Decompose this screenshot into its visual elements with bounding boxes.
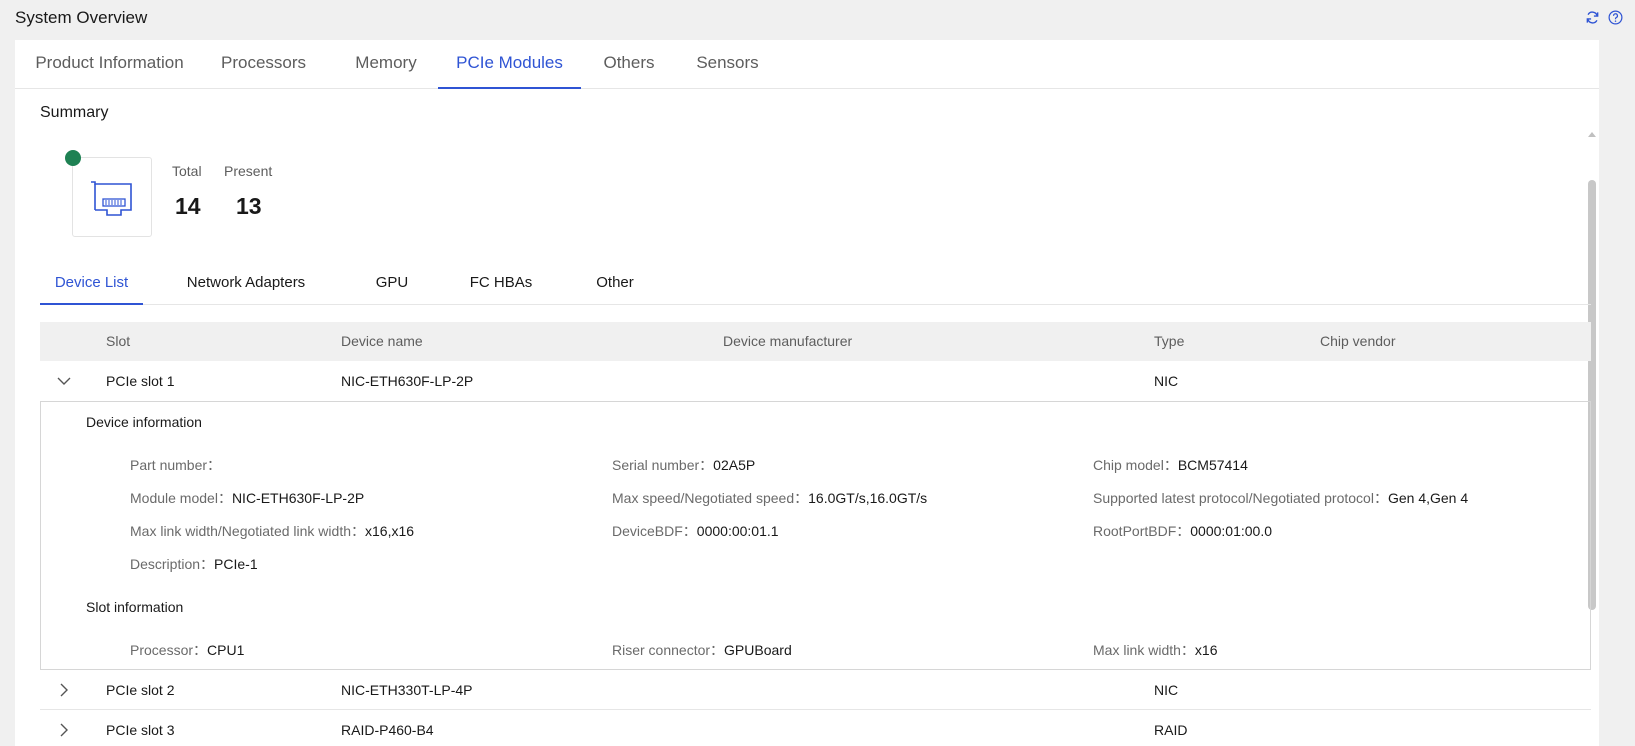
field-label: Max link width： <box>1093 642 1195 658</box>
device-table: Slot Device name Device manufacturer Typ… <box>40 322 1591 746</box>
cell-device-name: RAID-P460-B4 <box>341 722 434 738</box>
field-device-bdf: DeviceBDF：0000:00:01.1 <box>612 521 779 541</box>
present-value: 13 <box>236 193 262 219</box>
field-chip-model: Chip model：BCM57414 <box>1093 455 1248 475</box>
subtab-other[interactable]: Other <box>588 258 642 305</box>
field-label: Riser connector： <box>612 642 725 658</box>
field-protocol: Supported latest protocol/Negotiated pro… <box>1093 488 1468 508</box>
field-value: 16.0GT/s,16.0GT/s <box>808 490 928 506</box>
field-label: Processor： <box>130 642 208 658</box>
total-value: 14 <box>175 193 201 219</box>
tab-processors[interactable]: Processors <box>221 40 306 89</box>
tab-memory[interactable]: Memory <box>352 40 420 89</box>
field-value: CPU1 <box>207 642 245 658</box>
field-serial-number: Serial number：02A5P <box>612 455 755 475</box>
field-part-number: Part number： <box>130 455 221 475</box>
field-label: DeviceBDF： <box>612 523 697 539</box>
refresh-icon[interactable] <box>1585 10 1600 25</box>
cell-type: NIC <box>1154 682 1179 698</box>
field-rootport-bdf: RootPortBDF：0000:01:00.0 <box>1093 521 1272 541</box>
table-row[interactable]: PCIe slot 3 RAID-P460-B4 RAID <box>40 710 1591 746</box>
status-indicator <box>65 150 81 166</box>
main-tab-bar: Product Information Processors Memory PC… <box>15 40 1599 89</box>
field-max-speed: Max speed/Negotiated speed：16.0GT/s,16.0… <box>612 488 927 508</box>
field-module-model: Module model：NIC-ETH630F-LP-2P <box>130 488 364 508</box>
device-info-title: Device information <box>86 414 202 430</box>
field-value: PCIe-1 <box>214 556 258 572</box>
cell-device-name: NIC-ETH330T-LP-4P <box>341 682 473 698</box>
table-row[interactable]: PCIe slot 1 NIC-ETH630F-LP-2P NIC <box>40 361 1591 401</box>
column-header-device-name[interactable]: Device name <box>341 322 423 361</box>
field-label: Description： <box>130 556 215 572</box>
field-value: BCM57414 <box>1177 457 1248 473</box>
field-value: GPUBoard <box>724 642 792 658</box>
field-value: 0000:01:00.0 <box>1190 523 1272 539</box>
subtab-network-adapters[interactable]: Network Adapters <box>181 258 311 305</box>
cell-device-name: NIC-ETH630F-LP-2P <box>341 373 474 389</box>
cell-slot: PCIe slot 3 <box>106 722 175 738</box>
field-value: 02A5P <box>713 457 756 473</box>
total-label: Total <box>172 163 202 179</box>
field-value: NIC-ETH630F-LP-2P <box>231 490 365 506</box>
field-label: Part number： <box>130 457 222 473</box>
column-header-chip-vendor[interactable]: Chip vendor <box>1320 322 1396 361</box>
header-actions <box>1585 10 1623 25</box>
cell-type: RAID <box>1154 722 1188 738</box>
field-value: x16,x16 <box>365 523 415 539</box>
column-header-type[interactable]: Type <box>1154 322 1184 361</box>
tab-sensors[interactable]: Sensors <box>692 40 763 89</box>
pcie-card-icon <box>91 181 132 216</box>
scroll-up-icon[interactable] <box>1588 132 1596 137</box>
field-label: Serial number： <box>612 457 714 473</box>
cell-type: NIC <box>1154 373 1179 389</box>
tab-pcie-modules[interactable]: PCIe Modules <box>438 40 581 89</box>
field-link-width: Max link width/Negotiated link width：x16… <box>130 521 414 541</box>
tab-others[interactable]: Others <box>598 40 660 89</box>
help-icon[interactable] <box>1608 10 1623 25</box>
present-label: Present <box>224 163 273 179</box>
cell-slot: PCIe slot 1 <box>106 373 175 389</box>
pcie-module-card <box>72 157 152 237</box>
field-value: 0000:00:01.1 <box>696 523 779 539</box>
subtab-fc-hbas[interactable]: FC HBAs <box>465 258 537 305</box>
device-detail-panel: Device information Part number： Serial n… <box>40 401 1591 670</box>
chevron-right-icon[interactable] <box>54 680 74 700</box>
field-processor: Processor：CPU1 <box>130 640 244 660</box>
subtab-device-list[interactable]: Device List <box>40 258 143 305</box>
field-max-link-width: Max link width：x16 <box>1093 640 1218 660</box>
subtab-gpu[interactable]: GPU <box>371 258 413 305</box>
field-label: Supported latest protocol/Negotiated pro… <box>1093 490 1388 506</box>
field-label: Chip model： <box>1093 457 1178 473</box>
field-label: Max link width/Negotiated link width： <box>130 523 365 539</box>
field-value: x16 <box>1194 642 1218 658</box>
field-label: Max speed/Negotiated speed： <box>612 490 809 506</box>
field-label: RootPortBDF： <box>1093 523 1191 539</box>
field-value: Gen 4,Gen 4 <box>1387 490 1469 506</box>
slot-info-title: Slot information <box>86 599 184 615</box>
tab-product-information[interactable]: Product Information <box>35 40 184 89</box>
sub-tab-bar: Device List Network Adapters GPU FC HBAs… <box>40 258 1591 305</box>
column-header-device-manufacturer[interactable]: Device manufacturer <box>723 322 852 361</box>
column-header-slot[interactable]: Slot <box>106 322 130 361</box>
field-label: Module model： <box>130 490 232 506</box>
table-row[interactable]: PCIe slot 2 NIC-ETH330T-LP-4P NIC <box>40 670 1591 710</box>
chevron-down-icon[interactable] <box>54 371 74 391</box>
summary-title: Summary <box>40 104 109 121</box>
cell-slot: PCIe slot 2 <box>106 682 175 698</box>
page-title: System Overview <box>15 8 148 27</box>
table-header: Slot Device name Device manufacturer Typ… <box>40 322 1591 361</box>
field-riser-connector: Riser connector：GPUBoard <box>612 640 792 660</box>
chevron-right-icon[interactable] <box>54 720 74 740</box>
field-description: Description：PCIe-1 <box>130 554 258 574</box>
